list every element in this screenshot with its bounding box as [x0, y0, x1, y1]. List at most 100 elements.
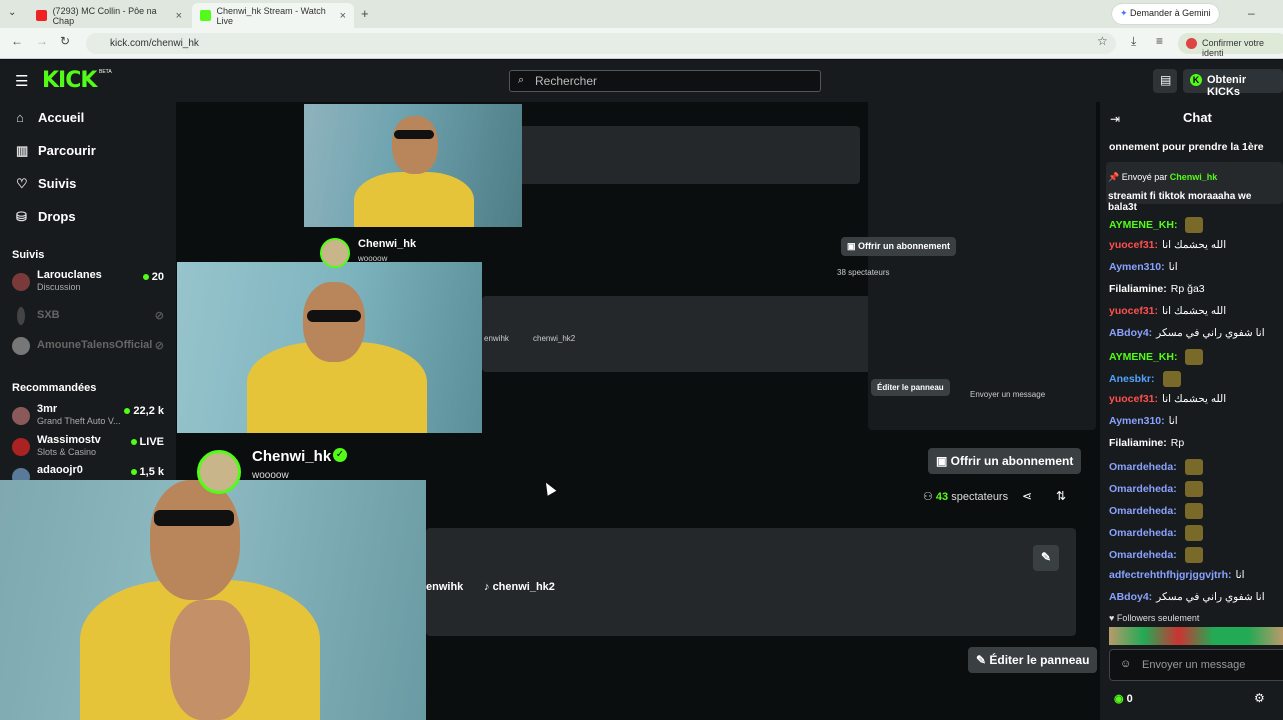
reading-list-icon[interactable]: ≡ [1156, 34, 1163, 48]
social-link-1[interactable]: enwihk [426, 581, 463, 593]
webcam-image [177, 262, 482, 433]
close-icon[interactable]: × [176, 10, 182, 22]
browser-tab-strip: ⌄ (7293) MC Collin - Pôe na Chap × Chenw… [0, 0, 1283, 28]
sidebar-item-browse[interactable]: ▥ Parcourir [16, 143, 96, 159]
sidebar-item-home[interactable]: ⌂ Accueil [16, 110, 84, 125]
chat-username[interactable]: yuocef31: [1109, 305, 1158, 317]
channel-avatar[interactable] [197, 450, 241, 494]
sunglasses-shape [307, 310, 361, 322]
settings-sliders-icon[interactable]: ⇅ [1056, 489, 1066, 503]
live-dot-icon [130, 469, 137, 475]
chat-username[interactable]: AYMENE_KH: [1109, 351, 1177, 363]
viewer-count: ⚇ 43 spectateurs [923, 490, 1008, 503]
edit-panel-button[interactable]: ✎ Éditer le panneau [968, 647, 1098, 673]
chat-text: انا شفوي راني في مسكر [1156, 327, 1265, 339]
chat-username[interactable]: ABdoy4: [1109, 591, 1152, 603]
url-text: kick.com/chenwi_hk [110, 38, 199, 49]
chat-username[interactable]: Filaliamine: [1109, 283, 1167, 295]
youtube-icon [36, 10, 47, 21]
chat-text: انا [1168, 261, 1178, 273]
confirm-identity-button[interactable]: Confirmer votre identi [1178, 33, 1283, 58]
chat-message: ABdoy4: انا شفوي راني في مسكر [1109, 327, 1265, 339]
chat-input[interactable]: ☺ Envoyer un message [1109, 649, 1283, 681]
chat-title: Chat [1183, 110, 1212, 125]
chat-username[interactable]: Omardeheda: [1109, 527, 1177, 539]
gift-icon: ▣ [936, 454, 951, 468]
gemini-icon: ✦ [1120, 8, 1131, 18]
new-tab-button[interactable]: + [361, 6, 369, 21]
chat-message: Anesbkr: [1109, 371, 1181, 387]
close-icon[interactable]: × [340, 10, 346, 22]
tab-kick[interactable]: Chenwi_hk Stream - Watch Live × [192, 3, 354, 28]
chat-username[interactable]: Omardeheda: [1109, 505, 1177, 517]
followed-channel[interactable]: SXB ⊘ [12, 303, 168, 333]
avatar [12, 337, 30, 355]
chat-username[interactable]: Aymen310: [1109, 261, 1165, 273]
chat-username[interactable]: Omardeheda: [1109, 549, 1177, 561]
mirror-viewers: 38 spectateurs [837, 268, 890, 277]
url-field[interactable]: kick.com/chenwi_hk [86, 33, 1116, 54]
chat-message: Omardeheda: [1109, 547, 1203, 563]
reload-icon[interactable]: ↻ [60, 34, 70, 48]
sidebar-item-drops[interactable]: ⛁ Drops [16, 209, 76, 225]
minimize-button[interactable]: – [1248, 6, 1255, 20]
share-icon[interactable]: ⋖ [1022, 489, 1032, 503]
sidebar-item-label: Parcourir [38, 143, 96, 158]
social-link-tiktok[interactable]: ♪ chenwi_hk2 [484, 581, 555, 593]
chat-message: Omardeheda: [1109, 503, 1203, 519]
chat-settings-gear-icon[interactable]: ⚙ [1254, 691, 1265, 705]
recommended-channel[interactable]: 3mr Grand Theft Auto V... 22,2 k [12, 403, 168, 433]
download-icon[interactable]: ⤓ [1131, 34, 1136, 49]
tab-search-chevron-icon[interactable]: ⌄ [8, 7, 16, 18]
shirt-shape [354, 172, 474, 227]
chat-message: Omardeheda: [1109, 481, 1203, 497]
forward-icon[interactable]: → [36, 34, 48, 48]
chat-text: انا شفوي راني في مسكر [1156, 591, 1265, 603]
sidebar-item-following[interactable]: ♡ Suivis [16, 176, 76, 192]
address-bar-row: ← → ↻ kick.com/chenwi_hk ☆ ⤓ ≡ Confirmer… [0, 28, 1283, 59]
chat-username[interactable]: Filaliamine: [1109, 437, 1167, 449]
tab-youtube[interactable]: (7293) MC Collin - Pôe na Chap × [28, 3, 190, 28]
search-icon: ⌕ [518, 74, 525, 86]
kick-page: ☰ KICK BETA ⌕ Rechercher ▤ K Obtenir KIC… [0, 60, 1283, 720]
collapse-chat-icon[interactable]: ⇥ [1110, 112, 1120, 126]
chat-username[interactable]: yuocef31: [1109, 239, 1158, 251]
bookmark-star-icon[interactable]: ☆ [1097, 34, 1108, 48]
chat-text: Rp ğa3 [1170, 283, 1205, 295]
chat-username[interactable]: yuocef31: [1109, 393, 1158, 405]
chat-input-placeholder: Envoyer un message [1142, 659, 1246, 671]
channel-name[interactable]: Chenwi_hk [252, 448, 331, 465]
search-input[interactable]: ⌕ Rechercher [509, 70, 821, 92]
kicks-balance[interactable]: ◉ 0 [1114, 692, 1133, 705]
gift-subscription-button[interactable]: ▣ Offrir un abonnement [928, 448, 1082, 474]
back-icon[interactable]: ← [11, 34, 23, 48]
chat-username[interactable]: Omardeheda: [1109, 483, 1177, 495]
followed-channel[interactable]: AmouneTalensOfficial ⊘ [12, 333, 168, 363]
recommended-channel[interactable]: Wassimostv Slots & Casino LIVE [12, 434, 168, 464]
chat-username[interactable]: AYMENE_KH: [1109, 219, 1177, 231]
mirror-subscribe-label: Offrir un abonnement [858, 241, 951, 251]
gemini-button[interactable]: ✦ Demander à Gemini [1112, 4, 1219, 24]
emoji-icon[interactable]: ☺ [1120, 658, 1131, 670]
chat-message: ABdoy4: انا شفوي راني في مسكر [1109, 591, 1265, 603]
viewer-count-value: 22,2 k [133, 405, 164, 417]
avatar [12, 438, 30, 456]
chat-username[interactable]: Aymen310: [1109, 415, 1165, 427]
chat-username[interactable]: Anesbkr: [1109, 373, 1155, 385]
chat-username[interactable]: ABdoy4: [1109, 327, 1152, 339]
get-kicks-button[interactable]: K Obtenir KICKs [1183, 69, 1283, 98]
followed-channel[interactable]: Larouclanes Discussion 20 [12, 269, 168, 299]
emote-icon [1185, 349, 1204, 365]
chat-message: yuocef31: الله يحشمك انا [1109, 239, 1226, 251]
chat-message: yuocef31: الله يحشمك انا [1109, 305, 1226, 317]
chat-username[interactable]: adfectrehthfhjgrjggvjtrh: [1109, 569, 1232, 581]
emote-icon [1184, 525, 1203, 541]
layout-icon[interactable]: ▤ [1153, 69, 1177, 93]
menu-icon[interactable]: ☰ [15, 72, 28, 90]
edit-pencil-button[interactable]: ✎ [1033, 545, 1059, 571]
chat-username[interactable]: Omardeheda: [1109, 461, 1177, 473]
mirror-input: Envoyer un message [970, 390, 1046, 399]
emote-row[interactable] [1109, 627, 1283, 645]
kick-logo[interactable]: KICK [42, 68, 97, 93]
live-dot-icon [124, 408, 131, 414]
